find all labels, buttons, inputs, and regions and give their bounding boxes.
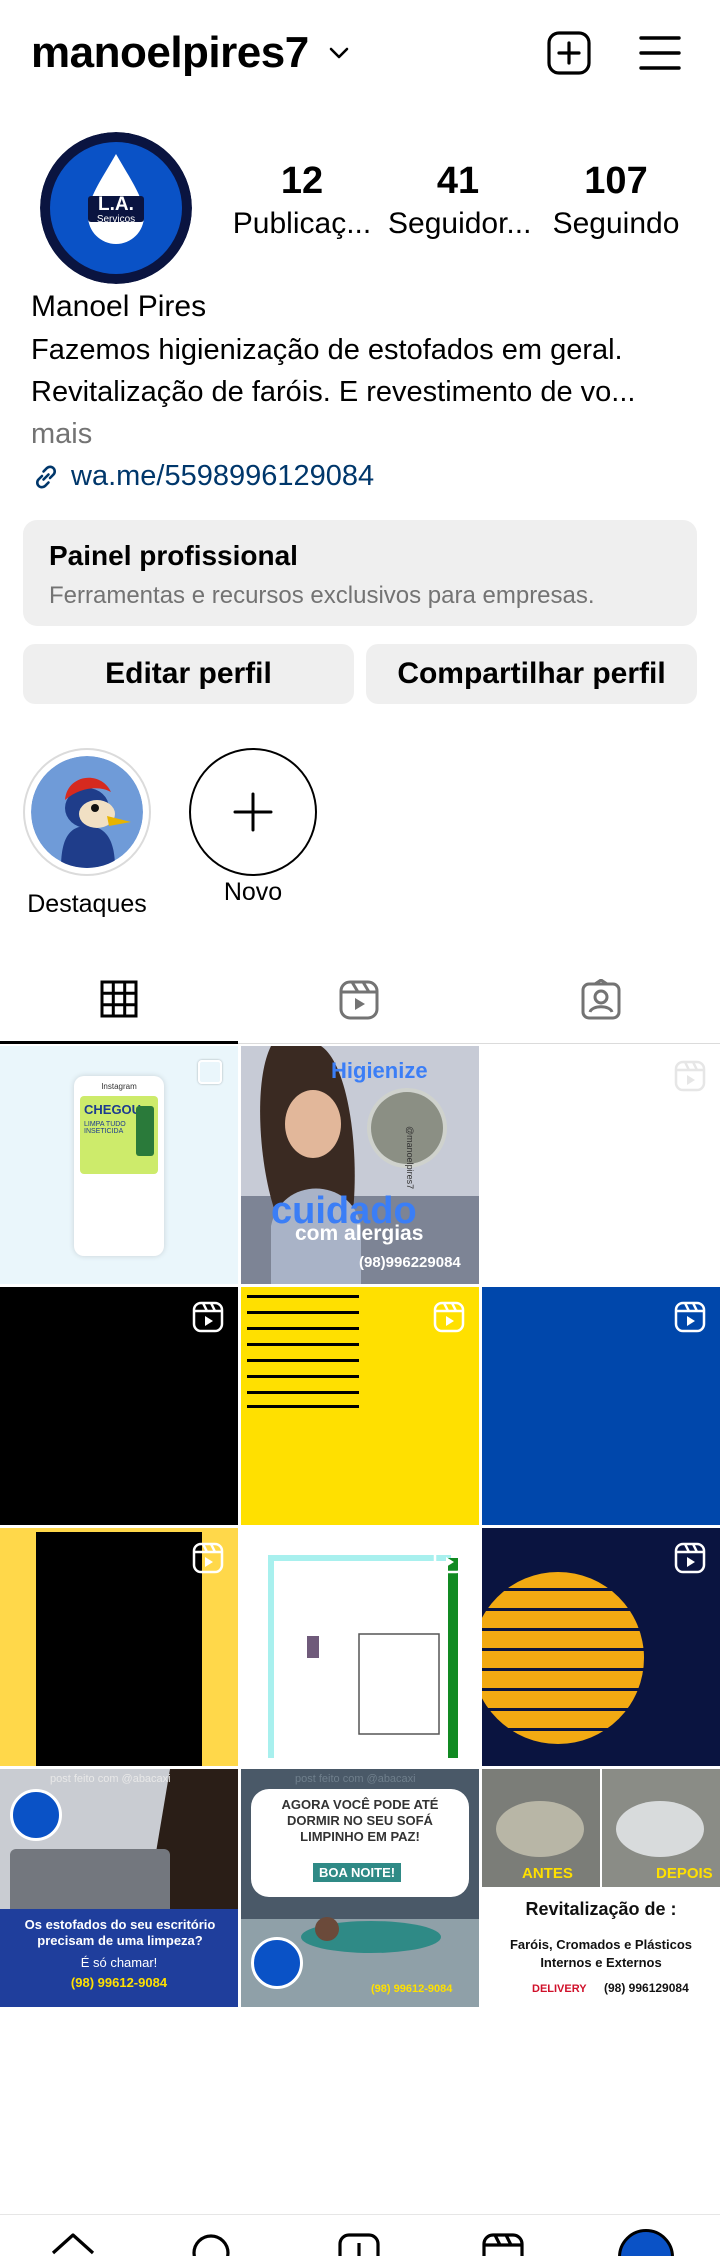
share-profile-button[interactable]: Compartilhar perfil [366,644,697,704]
reel-badge-icon [433,1542,465,1574]
avatar-logo-subtext: Serviços [96,214,136,225]
post-10-text: Os estofados do seu escritório precisam … [24,1917,216,1948]
post-12-line1: Faróis, Cromados e Plásticos [509,1937,693,1952]
post-10-top: post feito com @abacaxi [50,1773,171,1785]
profile-avatar[interactable]: L.A. Serviços [40,132,192,284]
post-1-phone-mock: Instagram CHEGOU LIMPA TUDO INSETICIDA [74,1076,164,1256]
post-1-sub: LIMPA TUDO INSETICIDA [84,1121,126,1135]
post-12-line2: Internos e Externos [540,1955,662,1970]
post-1-brand: Instagram [101,1082,137,1091]
tab-posts-grid[interactable] [0,956,238,1044]
post-11[interactable]: post feito com @abacaxi AGORA VOCÊ PODE … [241,1769,479,2007]
post-12-phone: (98) 996129084 [604,1981,689,1995]
post-5[interactable] [241,1287,479,1525]
post-11-top: post feito com @abacaxi [295,1773,416,1785]
reel-badge-icon [674,1301,706,1333]
post-10-phone: (98) 99612-9084 [70,1975,168,1990]
reel-badge-icon [192,1301,224,1333]
profile-link[interactable]: wa.me/5598996129084 [31,460,374,493]
post-2-sub: com alergias [295,1222,424,1245]
posts-label: Publicaç... [232,207,372,240]
post-4[interactable] [0,1287,238,1525]
highlight-destaques[interactable] [23,748,151,876]
post-8[interactable] [241,1528,479,1766]
stat-following[interactable]: 107 Seguindo [546,160,686,241]
display-name: Manoel Pires [31,290,207,323]
create-icon[interactable] [336,2231,382,2256]
highlight-new[interactable] [189,748,317,876]
bio-line-1: Fazemos higienização de estofados em ger… [31,334,623,366]
grid-icon [100,980,138,1017]
menu-icon[interactable] [638,32,682,74]
top-bar: manoelpires7 [0,0,720,110]
post-11-text: AGORA VOCÊ PODE ATÉ DORMIR NO SEU SOFÁ L… [281,1797,439,1844]
highlight-new-label: Novo [223,878,283,906]
post-2[interactable]: Higienize @manoelpires7 cuidado com aler… [241,1046,479,1284]
profile-link-text: wa.me/5598996129084 [71,460,375,492]
post-6[interactable] [482,1287,720,1525]
username-switcher[interactable]: manoelpires7 [31,28,309,78]
stat-followers[interactable]: 41 Seguidor... [388,160,532,241]
link-icon [36,465,56,488]
post-9[interactable] [482,1528,720,1766]
profile-nav-avatar[interactable] [618,2229,674,2256]
post-11-badge: BOA NOITE! [313,1863,402,1882]
tab-reels[interactable] [240,956,478,1044]
post-7-black-panel [36,1532,202,1766]
reel-badge-icon [433,1301,465,1333]
post-1-select-icon [198,1060,222,1084]
bio-line-2: Revitalização de faróis. E revestimento … [31,376,636,408]
post-10-sub: É só chamar! [80,1955,158,1970]
home-icon[interactable] [50,2231,96,2256]
professional-dashboard[interactable]: Painel profissional Ferramentas e recurs… [23,520,697,626]
post-11-logo [251,1937,303,1989]
bio-more-link[interactable]: mais [31,418,92,451]
following-count: 107 [584,160,648,202]
reels-icon [339,980,379,1020]
post-2-phone: (98)996229084 [359,1254,461,1271]
create-post-icon[interactable] [546,30,592,76]
plus-icon [233,792,273,832]
followers-count: 41 [436,160,480,202]
posts-count: 12 [280,160,324,202]
panel-subtitle: Ferramentas e recursos exclusivos para e… [49,582,595,609]
post-1[interactable]: Instagram CHEGOU LIMPA TUDO INSETICIDA [0,1046,238,1284]
chevron-down-icon[interactable] [326,40,352,66]
followers-label: Seguidor... [388,207,532,240]
highlight-cover [31,756,143,868]
post-10-logo [10,1789,62,1841]
bottom-nav [0,2214,720,2256]
post-12-delivery: DELIVERY [532,1983,587,1995]
post-3[interactable] [482,1046,720,1284]
post-2-handle: @manoelpires7 [405,1126,415,1190]
avatar-logo-text: L.A. [98,194,134,215]
profile-tabs [0,956,720,1044]
post-11-phone: (98) 99612-9084 [371,1983,453,1995]
panel-title: Painel profissional [49,540,298,571]
reels-nav-icon[interactable] [480,2231,526,2256]
post-12-title: Revitalização de : [525,1899,677,1919]
post-7[interactable] [0,1528,238,1766]
tab-tagged[interactable] [482,956,720,1044]
reel-badge-icon [674,1542,706,1574]
search-icon[interactable] [190,2231,236,2256]
highlight-destaques-label: Destaques [27,890,147,918]
post-2-title: Higienize [331,1058,428,1083]
edit-profile-button[interactable]: Editar perfil [23,644,354,704]
post-12-before: ANTES [522,1865,573,1882]
following-label: Seguindo [552,207,680,240]
reel-badge-icon [192,1542,224,1574]
post-10[interactable]: post feito com @abacaxi Os estofados do … [0,1769,238,2007]
post-12[interactable]: ANTES DEPOIS Revitalização de : Faróis, … [482,1769,720,2007]
reel-badge-icon [674,1060,706,1092]
stat-posts[interactable]: 12 Publicaç... [232,160,372,241]
tagged-icon [581,979,621,1020]
post-12-after: DEPOIS [656,1865,713,1882]
